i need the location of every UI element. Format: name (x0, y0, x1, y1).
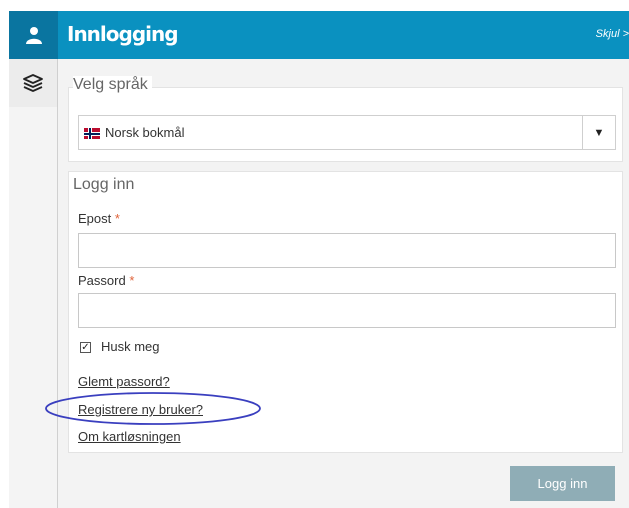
required-marker: * (114, 211, 120, 226)
language-legend: Velg språk (73, 76, 152, 94)
sidebar-user-tab[interactable] (9, 11, 58, 59)
email-label-text: Epost (78, 211, 112, 226)
page-title: Innlogging (67, 22, 179, 46)
sidebar-layers-tab[interactable] (9, 59, 58, 107)
panel-header: Innlogging Skjul > (58, 11, 629, 59)
sidebar-rail (9, 107, 58, 508)
email-field[interactable] (78, 233, 616, 268)
language-selected-value: Norsk bokmål (105, 125, 185, 140)
about-map-link[interactable]: Om kartløsningen (78, 429, 181, 444)
language-select[interactable]: Norsk bokmål ▼ (78, 115, 616, 150)
login-button[interactable]: Logg inn (510, 466, 615, 501)
password-field[interactable] (78, 293, 616, 328)
hide-panel-link[interactable]: Skjul > (596, 28, 629, 40)
email-label: Epost * (78, 211, 120, 226)
dropdown-arrow-icon[interactable]: ▼ (582, 116, 615, 149)
login-legend: Logg inn (73, 176, 139, 194)
password-label: Passord * (78, 273, 134, 288)
password-label-text: Passord (78, 273, 126, 288)
forgot-password-link[interactable]: Glemt passord? (78, 374, 170, 389)
layers-icon (23, 74, 43, 92)
remember-me-checkbox[interactable]: ✓ (80, 342, 91, 353)
remember-me-label: Husk meg (101, 339, 160, 354)
register-user-link[interactable]: Registrere ny bruker? (78, 402, 203, 417)
required-marker: * (129, 273, 135, 288)
norway-flag-icon (84, 128, 100, 139)
user-icon (25, 27, 42, 44)
